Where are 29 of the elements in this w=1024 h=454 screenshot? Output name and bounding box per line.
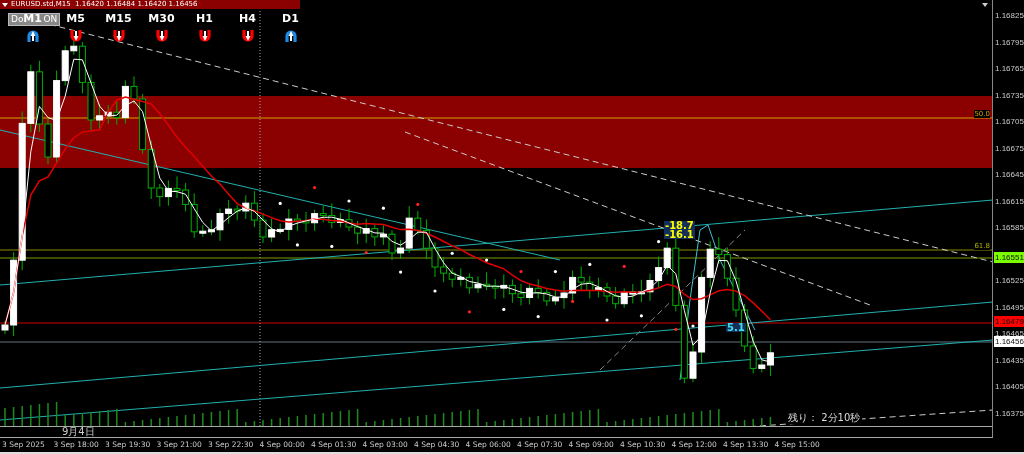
timeframe-label: H4 (239, 12, 256, 25)
signal-value-label: -16.1 (664, 230, 695, 239)
price-tick-label: 1.16615 (995, 195, 1024, 207)
price-tick-label: 1.16435 (995, 354, 1024, 366)
timeframe-label: D1 (282, 12, 299, 25)
timeframe-label: M5 (66, 12, 85, 25)
price-marker-label: 1.16479 (994, 315, 1024, 327)
price-tick-label: 1.16735 (995, 89, 1024, 101)
price-tick-label: 1.16405 (995, 381, 1024, 392)
candle-countdown-text: 残り： 2分10秒 (786, 412, 863, 424)
price-marker-label: 1.16551 (994, 252, 1024, 264)
price-tick-label: 1.16765 (995, 63, 1024, 74)
signal-value-label: 5.1 (726, 323, 746, 332)
signal-value-label: -18.7 (664, 221, 695, 230)
date-marker-label: 9月4日 (62, 427, 95, 437)
price-tick-label: 1.16585 (995, 222, 1024, 233)
price-tick-label: 1.16495 (995, 301, 1024, 313)
price-tick-label: 1.16645 (995, 169, 1024, 180)
price-tick-label: 1.16375 (995, 407, 1024, 419)
timeframe-label: H1 (196, 12, 213, 25)
timeframe-label: M15 (105, 12, 132, 25)
price-marker-label: 1.16456 (994, 335, 1024, 347)
timeframe-label: M1 (23, 12, 42, 25)
price-tick-label: 1.16705 (995, 116, 1024, 127)
price-tick-label: 1.16525 (995, 275, 1024, 286)
price-tick-label: 1.16675 (995, 142, 1024, 154)
price-tick-label: 1.16795 (995, 36, 1024, 48)
timeframe-label: M30 (148, 12, 175, 25)
price-tick-label: 1.16825 (995, 10, 1024, 21)
